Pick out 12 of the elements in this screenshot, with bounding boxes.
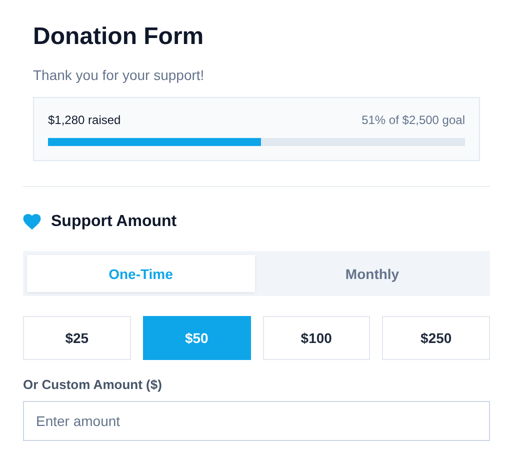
amount-button[interactable]: $25 [23,316,131,360]
goal-text: 51% of $2,500 goal [362,112,465,128]
heart-icon [23,214,41,230]
raised-amount: $1,280 raised [48,112,121,128]
custom-amount-label: Or Custom Amount ($) [23,377,163,393]
frequency-tab[interactable]: Monthly [258,255,486,292]
form-subtitle: Thank you for your support! [33,66,206,84]
section-title: Support Amount [51,212,177,232]
amount-input[interactable]: Enter amount [23,401,490,441]
amount-button[interactable]: $100 [262,316,370,360]
form-title: Donation Form [33,22,205,52]
amount-button[interactable]: $250 [382,316,490,360]
